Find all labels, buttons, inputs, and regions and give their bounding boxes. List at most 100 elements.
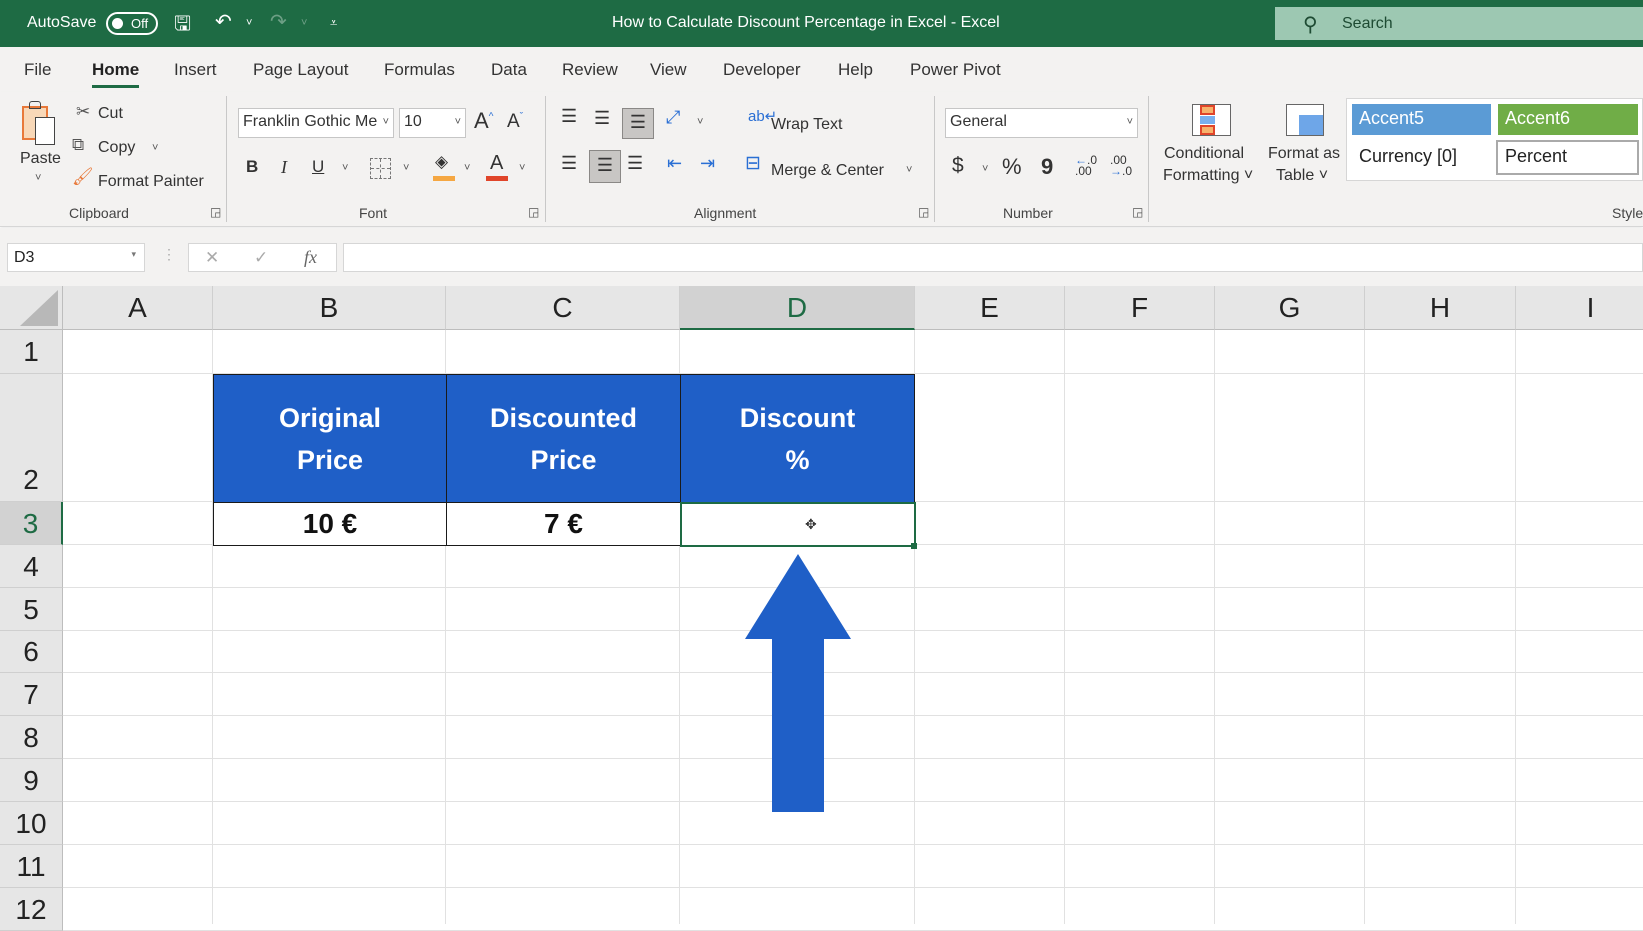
merge-dropdown-icon[interactable]: ˅ <box>906 164 912 176</box>
row-header-6[interactable]: 6 <box>0 631 63 673</box>
redo-icon[interactable]: ↷ <box>270 9 287 34</box>
font-launcher-icon[interactable]: ◲ <box>528 205 539 219</box>
row-header-9[interactable]: 9 <box>0 759 63 802</box>
column-header-c[interactable]: C <box>446 286 680 330</box>
search-box[interactable]: ⚲ Search <box>1275 7 1643 40</box>
format-as-table-button[interactable]: Format as <box>1268 145 1340 163</box>
customize-toolbar-icon[interactable]: ⩡ <box>330 15 337 31</box>
save-icon[interactable]: 🖫 <box>174 9 191 43</box>
row-header-8[interactable]: 8 <box>0 716 63 759</box>
decrease-decimal-icon[interactable]: .00 →.0 <box>1110 154 1132 177</box>
column-header-h[interactable]: H <box>1365 286 1516 330</box>
header-original-price[interactable]: Original Price <box>213 374 447 503</box>
row-header-2[interactable]: 2 <box>0 374 63 502</box>
autosave-toggle[interactable]: Off <box>106 12 158 35</box>
row-header-1[interactable]: 1 <box>0 330 63 374</box>
selected-cell-d3[interactable]: ✥ <box>680 502 916 547</box>
tab-file[interactable]: File <box>24 60 51 80</box>
fill-color-dropdown-icon[interactable]: ˅ <box>464 162 470 174</box>
underline-button[interactable]: U <box>312 157 324 177</box>
increase-decimal-icon[interactable]: ←.0.00 <box>1075 154 1097 177</box>
orientation-dropdown-icon[interactable]: ˅ <box>697 116 703 128</box>
middle-align-icon[interactable]: ☰ <box>594 108 610 129</box>
row-header-3[interactable]: 3 <box>0 502 63 545</box>
font-name-select[interactable]: Franklin Gothic Me ˅ <box>238 108 394 138</box>
column-header-g[interactable]: G <box>1215 286 1365 330</box>
decrease-font-size-icon[interactable]: Aˇ <box>507 111 523 133</box>
undo-icon[interactable]: ↶ <box>215 9 232 34</box>
column-header-i[interactable]: I <box>1516 286 1643 330</box>
column-header-e[interactable]: E <box>915 286 1065 330</box>
tab-formulas[interactable]: Formulas <box>384 60 455 80</box>
number-format-select[interactable]: General ˅ <box>945 108 1138 138</box>
column-header-d[interactable]: D <box>680 286 915 330</box>
accounting-dropdown-icon[interactable]: ˅ <box>982 163 988 175</box>
cell-b3-original-price[interactable]: 10 € <box>213 502 447 546</box>
undo-dropdown-icon[interactable]: ˅ <box>246 17 252 29</box>
underline-dropdown-icon[interactable]: ˅ <box>342 162 348 174</box>
insert-function-icon[interactable]: fx <box>304 247 317 268</box>
row-header-10[interactable]: 10 <box>0 802 63 845</box>
tab-page-layout[interactable]: Page Layout <box>253 60 348 80</box>
tab-home[interactable]: Home <box>92 60 140 88</box>
copy-dropdown-icon[interactable]: ˅ <box>152 142 158 154</box>
format-painter-button[interactable]: Format Painter <box>98 173 204 191</box>
align-left-icon[interactable]: ☰ <box>561 153 577 174</box>
style-currency-0[interactable]: Currency [0] <box>1352 142 1491 173</box>
enter-icon[interactable]: ✓ <box>254 248 268 268</box>
name-box-dropdown-icon[interactable]: ▾ <box>131 249 136 260</box>
align-center-icon[interactable]: ☰ <box>589 150 621 183</box>
formula-bar-handle-icon[interactable]: ⋮ <box>162 246 176 263</box>
tab-insert[interactable]: Insert <box>174 60 217 80</box>
increase-indent-icon[interactable]: ⇥ <box>700 153 715 174</box>
header-discounted-price[interactable]: Discounted Price <box>446 374 681 503</box>
style-accent5[interactable]: Accent5 <box>1352 104 1491 135</box>
row-header-4[interactable]: 4 <box>0 545 63 588</box>
format-as-table-button-line2[interactable]: Table ˅ <box>1276 167 1328 185</box>
alignment-launcher-icon[interactable]: ◲ <box>918 205 929 219</box>
conditional-formatting-button-line2[interactable]: Formatting ˅ <box>1163 167 1253 185</box>
merge-center-button[interactable]: Merge & Center <box>771 162 884 180</box>
italic-button[interactable]: I <box>281 157 287 178</box>
percent-style-button[interactable]: % <box>1002 154 1022 180</box>
select-all-button[interactable] <box>0 286 63 330</box>
tab-help[interactable]: Help <box>838 60 873 80</box>
fill-color-icon[interactable]: ◈ <box>435 152 448 172</box>
row-header-7[interactable]: 7 <box>0 673 63 716</box>
column-header-f[interactable]: F <box>1065 286 1215 330</box>
tab-power-pivot[interactable]: Power Pivot <box>910 60 1001 80</box>
bold-button[interactable]: B <box>246 157 258 177</box>
row-header-11[interactable]: 11 <box>0 845 63 888</box>
style-percent[interactable]: Percent <box>1496 140 1639 175</box>
decrease-indent-icon[interactable]: ⇤ <box>667 153 682 174</box>
bottom-align-icon[interactable]: ☰ <box>622 108 654 139</box>
orientation-icon[interactable]: ⤢ <box>666 107 680 128</box>
name-box[interactable]: D3 ▾ <box>7 243 145 272</box>
cancel-icon[interactable]: ✕ <box>205 248 219 268</box>
accounting-format-button[interactable]: $ <box>952 154 964 178</box>
tab-developer[interactable]: Developer <box>723 60 801 80</box>
column-header-a[interactable]: A <box>63 286 213 330</box>
paste-button[interactable]: Paste <box>20 150 61 168</box>
paste-dropdown-icon[interactable]: ˅ <box>35 172 41 184</box>
header-discount-percent[interactable]: Discount % <box>680 374 915 503</box>
clipboard-launcher-icon[interactable]: ◲ <box>210 205 221 219</box>
fill-handle[interactable] <box>911 543 917 549</box>
font-color-icon[interactable]: A <box>490 152 503 175</box>
number-launcher-icon[interactable]: ◲ <box>1132 205 1143 219</box>
copy-button[interactable]: Copy <box>98 139 135 157</box>
tab-view[interactable]: View <box>650 60 687 80</box>
cell-c3-discounted-price[interactable]: 7 € <box>446 502 681 546</box>
column-header-b[interactable]: B <box>213 286 446 330</box>
paste-icon[interactable] <box>20 100 60 146</box>
row-header-5[interactable]: 5 <box>0 588 63 631</box>
increase-font-size-icon[interactable]: A^ <box>474 108 493 134</box>
comma-style-button[interactable]: 9 <box>1041 154 1053 180</box>
cut-button[interactable]: Cut <box>98 105 123 123</box>
font-color-dropdown-icon[interactable]: ˅ <box>519 162 525 174</box>
font-size-select[interactable]: 10 ˅ <box>399 108 466 138</box>
tab-review[interactable]: Review <box>562 60 618 80</box>
redo-dropdown-icon[interactable]: ˅ <box>301 17 307 29</box>
row-header-12[interactable]: 12 <box>0 888 63 931</box>
formula-input[interactable] <box>343 243 1643 272</box>
